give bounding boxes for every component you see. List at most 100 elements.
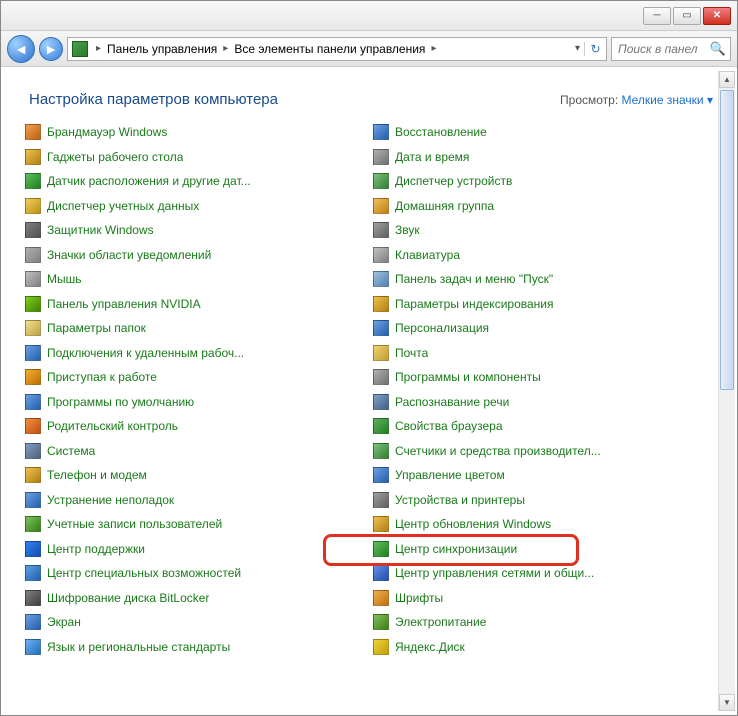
content-header: Настройка параметров компьютера Просмотр… <box>1 67 737 120</box>
control-panel-item[interactable]: Устранение неполадок <box>25 488 373 513</box>
control-panel-item[interactable]: Телефон и модем <box>25 463 373 488</box>
item-icon <box>25 541 41 557</box>
vertical-scrollbar[interactable]: ▲ ▼ <box>718 71 735 711</box>
control-panel-item[interactable]: Датчик расположения и другие дат... <box>25 169 373 194</box>
item-label: Почта <box>395 346 428 360</box>
control-panel-item[interactable]: Брандмауэр Windows <box>25 120 373 145</box>
chevron-right-icon: ▸ <box>219 43 232 54</box>
control-panel-item[interactable]: Программы и компоненты <box>373 365 721 390</box>
control-panel-item[interactable]: Звук <box>373 218 721 243</box>
control-panel-item[interactable]: Программы по умолчанию <box>25 390 373 415</box>
control-panel-item[interactable]: Устройства и принтеры <box>373 488 721 513</box>
close-button[interactable]: ✕ <box>703 7 731 25</box>
navbar: ◄ ► ▸ Панель управления ▸ Все элементы п… <box>1 31 737 67</box>
control-panel-item[interactable]: Шрифты <box>373 586 721 611</box>
control-panel-item[interactable]: Система <box>25 439 373 464</box>
control-panel-item[interactable]: Параметры индексирования <box>373 292 721 317</box>
item-icon <box>373 149 389 165</box>
control-panel-item[interactable]: Яндекс.Диск <box>373 635 721 660</box>
item-icon <box>25 492 41 508</box>
control-panel-item[interactable]: Восстановление <box>373 120 721 145</box>
control-panel-item[interactable]: Клавиатура <box>373 243 721 268</box>
control-panel-item[interactable]: Управление цветом <box>373 463 721 488</box>
item-icon <box>25 369 41 385</box>
item-label: Электропитание <box>395 615 486 629</box>
control-panel-item[interactable]: Электропитание <box>373 610 721 635</box>
control-panel-item[interactable]: Параметры папок <box>25 316 373 341</box>
item-label: Свойства браузера <box>395 419 503 433</box>
control-panel-item[interactable]: Диспетчер учетных данных <box>25 194 373 219</box>
back-button[interactable]: ◄ <box>7 35 35 63</box>
item-icon <box>25 320 41 336</box>
control-panel-item[interactable]: Центр специальных возможностей <box>25 561 373 586</box>
item-label: Центр специальных возможностей <box>47 566 241 580</box>
control-panel-item[interactable]: Дата и время <box>373 145 721 170</box>
control-panel-item[interactable]: Почта <box>373 341 721 366</box>
scroll-track[interactable] <box>719 88 735 694</box>
item-icon <box>25 418 41 434</box>
search-box[interactable]: 🔍 <box>611 37 731 61</box>
control-panel-item[interactable]: Центр управления сетями и общи... <box>373 561 721 586</box>
refresh-button[interactable]: ↻ <box>584 42 606 56</box>
item-icon <box>25 173 41 189</box>
item-label: Брандмауэр Windows <box>47 125 167 139</box>
item-icon <box>25 565 41 581</box>
breadcrumb[interactable]: Все элементы панели управления <box>232 42 427 56</box>
item-label: Параметры папок <box>47 321 146 335</box>
control-panel-item[interactable]: Значки области уведомлений <box>25 243 373 268</box>
control-panel-item[interactable]: Диспетчер устройств <box>373 169 721 194</box>
control-panel-item[interactable]: Подключения к удаленным рабоч... <box>25 341 373 366</box>
breadcrumb[interactable]: Панель управления <box>105 42 219 56</box>
item-label: Домашняя группа <box>395 199 494 213</box>
chevron-down-icon[interactable]: ▾ <box>571 43 584 54</box>
item-icon <box>25 394 41 410</box>
item-label: Диспетчер учетных данных <box>47 199 199 213</box>
item-icon <box>25 247 41 263</box>
item-label: Шрифты <box>395 591 443 605</box>
item-icon <box>25 443 41 459</box>
control-panel-item[interactable]: Панель управления NVIDIA <box>25 292 373 317</box>
forward-button[interactable]: ► <box>39 37 63 61</box>
address-bar[interactable]: ▸ Панель управления ▸ Все элементы панел… <box>67 37 607 61</box>
control-panel-item[interactable]: Центр поддержки <box>25 537 373 562</box>
control-panel-item[interactable]: Счетчики и средства производител... <box>373 439 721 464</box>
control-panel-item[interactable]: Язык и региональные стандарты <box>25 635 373 660</box>
control-panel-item[interactable]: Центр синхронизации <box>373 537 721 562</box>
view-control: Просмотр: Мелкие значки ▾ <box>560 93 713 107</box>
control-panel-item[interactable]: Гаджеты рабочего стола <box>25 145 373 170</box>
scroll-thumb[interactable] <box>720 90 734 390</box>
view-value: Мелкие значки <box>622 93 704 107</box>
item-label: Учетные записи пользователей <box>47 517 222 531</box>
control-panel-item[interactable]: Приступая к работе <box>25 365 373 390</box>
item-icon <box>25 614 41 630</box>
item-icon <box>373 614 389 630</box>
control-panel-item[interactable]: Шифрование диска BitLocker <box>25 586 373 611</box>
control-panel-item[interactable]: Родительский контроль <box>25 414 373 439</box>
scroll-down-button[interactable]: ▼ <box>719 694 735 711</box>
item-label: Программы и компоненты <box>395 370 541 384</box>
control-panel-item[interactable]: Распознавание речи <box>373 390 721 415</box>
control-panel-item[interactable]: Мышь <box>25 267 373 292</box>
item-label: Параметры индексирования <box>395 297 553 311</box>
control-panel-item[interactable]: Защитник Windows <box>25 218 373 243</box>
item-label: Звук <box>395 223 420 237</box>
control-panel-item[interactable]: Домашняя группа <box>373 194 721 219</box>
item-label: Значки области уведомлений <box>47 248 211 262</box>
control-panel-item[interactable]: Панель задач и меню "Пуск" <box>373 267 721 292</box>
item-icon <box>373 247 389 263</box>
control-panel-item[interactable]: Персонализация <box>373 316 721 341</box>
scroll-up-button[interactable]: ▲ <box>719 71 735 88</box>
item-label: Мышь <box>47 272 82 286</box>
search-input[interactable] <box>616 41 710 57</box>
search-icon: 🔍 <box>710 41 726 57</box>
item-icon <box>373 443 389 459</box>
item-label: Панель задач и меню "Пуск" <box>395 272 553 286</box>
control-panel-item[interactable]: Учетные записи пользователей <box>25 512 373 537</box>
view-dropdown[interactable]: Мелкие значки ▾ <box>622 93 713 107</box>
control-panel-item[interactable]: Центр обновления Windows <box>373 512 721 537</box>
maximize-button[interactable]: ▭ <box>673 7 701 25</box>
item-icon <box>373 492 389 508</box>
control-panel-item[interactable]: Свойства браузера <box>373 414 721 439</box>
minimize-button[interactable]: ─ <box>643 7 671 25</box>
control-panel-item[interactable]: Экран <box>25 610 373 635</box>
